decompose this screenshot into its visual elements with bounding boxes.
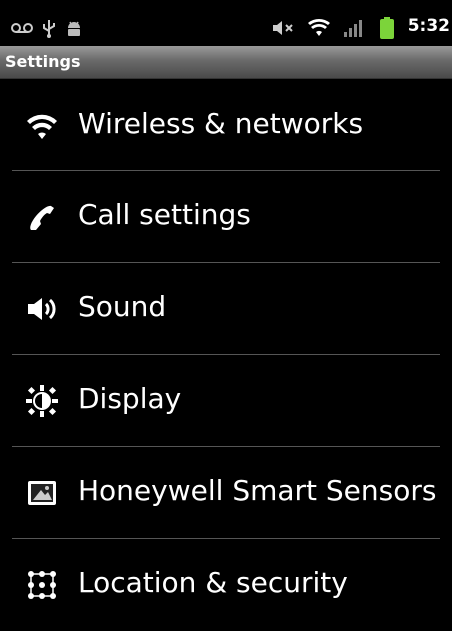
settings-item-call[interactable]: Call settings [0, 172, 452, 263]
divider [12, 446, 440, 447]
status-time: 5:32 [407, 16, 450, 36]
battery-icon [378, 17, 396, 39]
divider [12, 262, 440, 263]
page-title: Settings [5, 52, 81, 71]
speaker-icon [24, 291, 60, 327]
divider [12, 354, 440, 355]
settings-item-label: Display [78, 382, 182, 415]
signal-icon [342, 18, 364, 38]
phone-icon [24, 199, 60, 235]
settings-item-label: Call settings [78, 198, 251, 231]
grid-lock-icon [24, 567, 60, 603]
settings-item-label: Wireless & networks [78, 107, 364, 140]
settings-item-honeywell[interactable]: Honeywell Smart Sensors [0, 448, 452, 539]
divider [12, 538, 440, 539]
title-bar: Settings [0, 46, 452, 79]
wifi-icon [306, 18, 332, 38]
voicemail-icon [10, 18, 34, 38]
settings-item-label: Location & security [78, 566, 348, 599]
wifi-icon [24, 108, 60, 144]
divider [12, 170, 440, 171]
settings-item-location[interactable]: Location & security [0, 540, 452, 631]
status-bar: 5:32 [0, 8, 452, 46]
mute-icon [270, 18, 296, 38]
settings-item-label: Honeywell Smart Sensors [78, 474, 437, 507]
sensor-icon [24, 475, 60, 511]
settings-item-display[interactable]: Display [0, 356, 452, 447]
settings-item-label: Sound [78, 290, 167, 323]
settings-screen: 5:32 Settings Wireless & networks Call s… [0, 0, 452, 604]
settings-item-wireless[interactable]: Wireless & networks [0, 81, 452, 172]
brightness-icon [24, 383, 60, 419]
android-debug-icon [64, 18, 84, 38]
settings-item-sound[interactable]: Sound [0, 264, 452, 355]
usb-icon [40, 18, 58, 38]
